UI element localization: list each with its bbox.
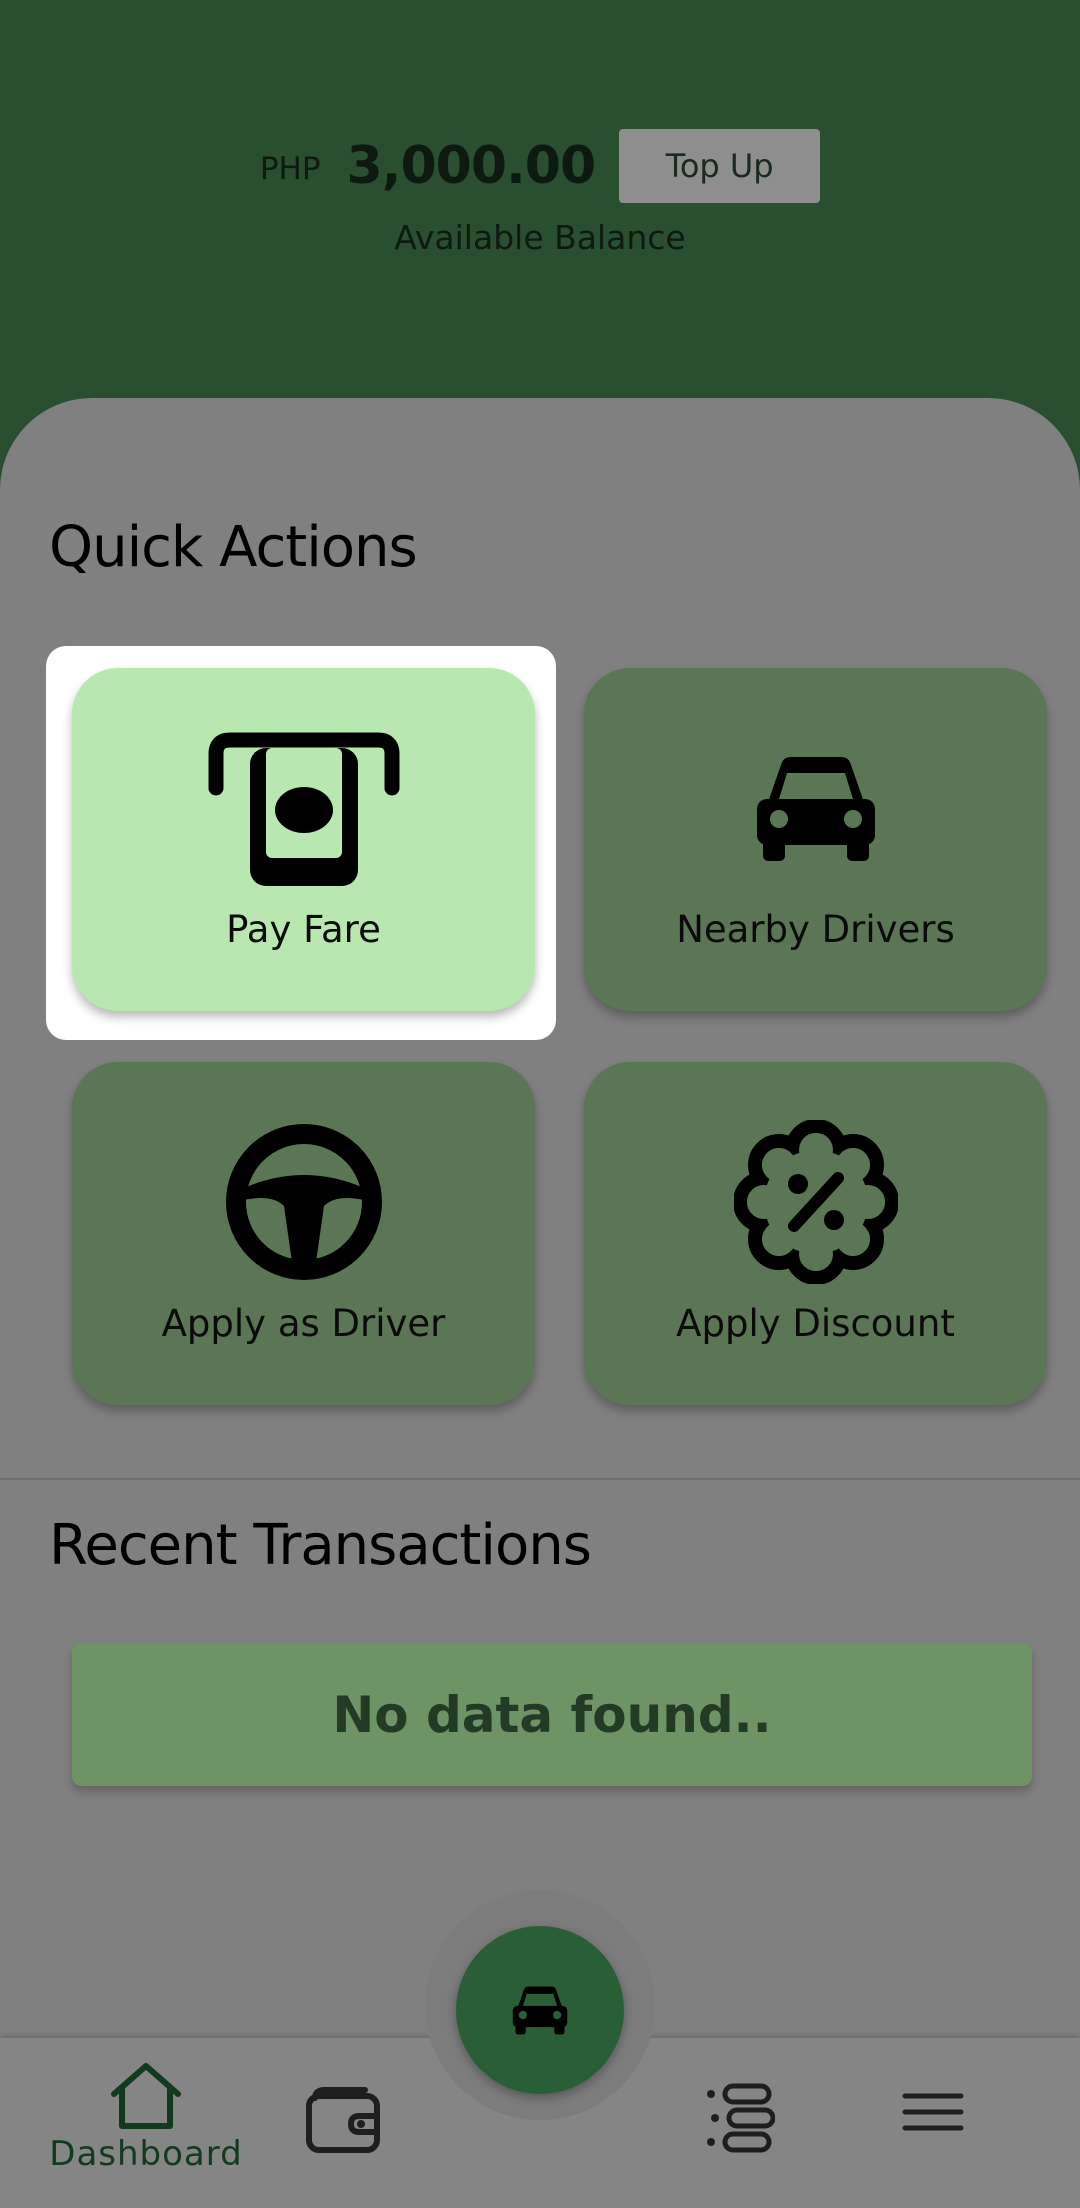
menu-icon bbox=[902, 2093, 964, 2131]
apply-discount-label: Apply Discount bbox=[676, 1302, 955, 1345]
nav-transactions[interactable] bbox=[686, 2082, 792, 2154]
nav-menu[interactable] bbox=[880, 2090, 986, 2134]
discount-badge-icon bbox=[584, 1120, 1047, 1284]
pay-fare-card[interactable]: Pay Fare bbox=[72, 668, 535, 1011]
apply-as-driver-label: Apply as Driver bbox=[161, 1302, 446, 1345]
nearby-drivers-card[interactable]: Nearby Drivers bbox=[584, 668, 1047, 1011]
recent-transactions-title: Recent Transactions bbox=[49, 1513, 592, 1578]
nav-dashboard-label: Dashboard bbox=[49, 2134, 243, 2174]
car-icon bbox=[512, 1986, 568, 2035]
quick-actions-title: Quick Actions bbox=[49, 515, 418, 580]
book-ride-fab[interactable] bbox=[456, 1926, 624, 2094]
nav-wallet[interactable] bbox=[290, 2086, 396, 2154]
pay-fare-icon bbox=[72, 728, 535, 888]
apply-discount-card[interactable]: Apply Discount bbox=[584, 1062, 1047, 1405]
balance-header: PHP 3,000.00 Top Up Available Balance bbox=[0, 0, 1080, 420]
home-icon bbox=[111, 2063, 181, 2129]
empty-transactions-message: No data found.. bbox=[72, 1643, 1032, 1786]
balance-currency: PHP bbox=[259, 151, 321, 187]
balance-row: PHP 3,000.00 Top Up bbox=[0, 126, 1080, 206]
nav-dashboard[interactable]: Dashboard bbox=[49, 2060, 243, 2174]
top-up-button[interactable]: Top Up bbox=[619, 129, 821, 203]
list-icon bbox=[707, 2083, 775, 2153]
car-icon bbox=[584, 728, 1047, 888]
section-divider bbox=[0, 1478, 1080, 1480]
balance-amount: 3,000.00 bbox=[346, 136, 597, 196]
wallet-icon bbox=[306, 2087, 380, 2153]
apply-as-driver-card[interactable]: Apply as Driver bbox=[72, 1062, 535, 1405]
balance-caption: Available Balance bbox=[394, 218, 686, 257]
steering-wheel-icon bbox=[72, 1122, 535, 1282]
pay-fare-label: Pay Fare bbox=[226, 908, 381, 951]
nearby-drivers-label: Nearby Drivers bbox=[676, 908, 955, 951]
